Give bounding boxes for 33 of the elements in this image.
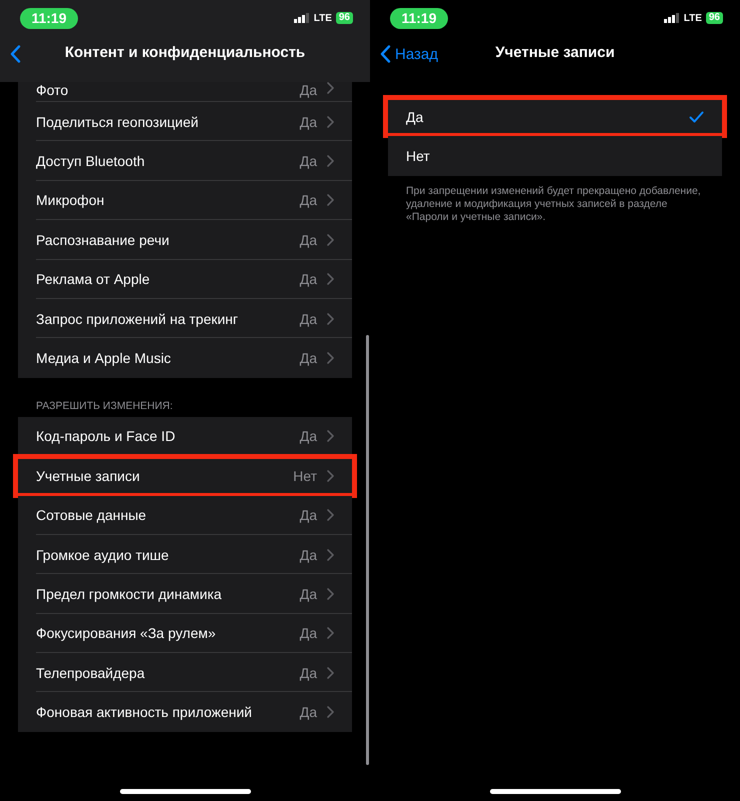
chevron-icon bbox=[327, 312, 334, 325]
checkmark-icon bbox=[689, 110, 704, 123]
chevron-icon bbox=[327, 155, 334, 168]
time-pill: 11:19 bbox=[390, 8, 448, 28]
screen-title: Контент и конфиденциальность bbox=[64, 44, 306, 61]
signal-icon bbox=[294, 13, 310, 23]
chevron-icon bbox=[327, 666, 334, 679]
chevron-icon bbox=[327, 82, 334, 94]
network-label: LTE bbox=[684, 12, 702, 24]
chevron-icon bbox=[327, 194, 334, 206]
chevron-icon bbox=[327, 234, 334, 246]
back-chevron-icon bbox=[10, 45, 21, 63]
signal-icon bbox=[664, 13, 680, 23]
chevron-icon bbox=[327, 430, 334, 442]
chevron-icon bbox=[327, 273, 334, 286]
chevron-icon bbox=[327, 352, 334, 364]
chevron-icon bbox=[327, 548, 334, 561]
chevron-icon bbox=[327, 588, 334, 600]
chevron-icon bbox=[327, 470, 334, 482]
option-row[interactable]: Нет bbox=[388, 136, 722, 176]
battery-level: 96 bbox=[336, 12, 353, 24]
time-pill: 11:19 bbox=[20, 8, 78, 28]
battery-level: 96 bbox=[706, 12, 723, 24]
chevron-icon bbox=[327, 627, 334, 640]
section-header: РАЗРЕШИТЬ ИЗМЕНЕНИЯ: bbox=[35, 398, 174, 414]
back-chevron-icon bbox=[380, 45, 391, 63]
footer-note: При запрещении изменений будет прекращено добавление, удаление и модификация учетных записей в разделе «Пароли и учетные записи». bbox=[405, 184, 702, 224]
screen-title: Учетные записи bbox=[495, 44, 615, 61]
network-label: LTE bbox=[314, 12, 332, 24]
chevron-icon bbox=[327, 116, 334, 128]
chevron-icon bbox=[327, 509, 334, 522]
chevron-icon bbox=[327, 706, 334, 718]
back-button[interactable]: Назад bbox=[380, 42, 438, 66]
